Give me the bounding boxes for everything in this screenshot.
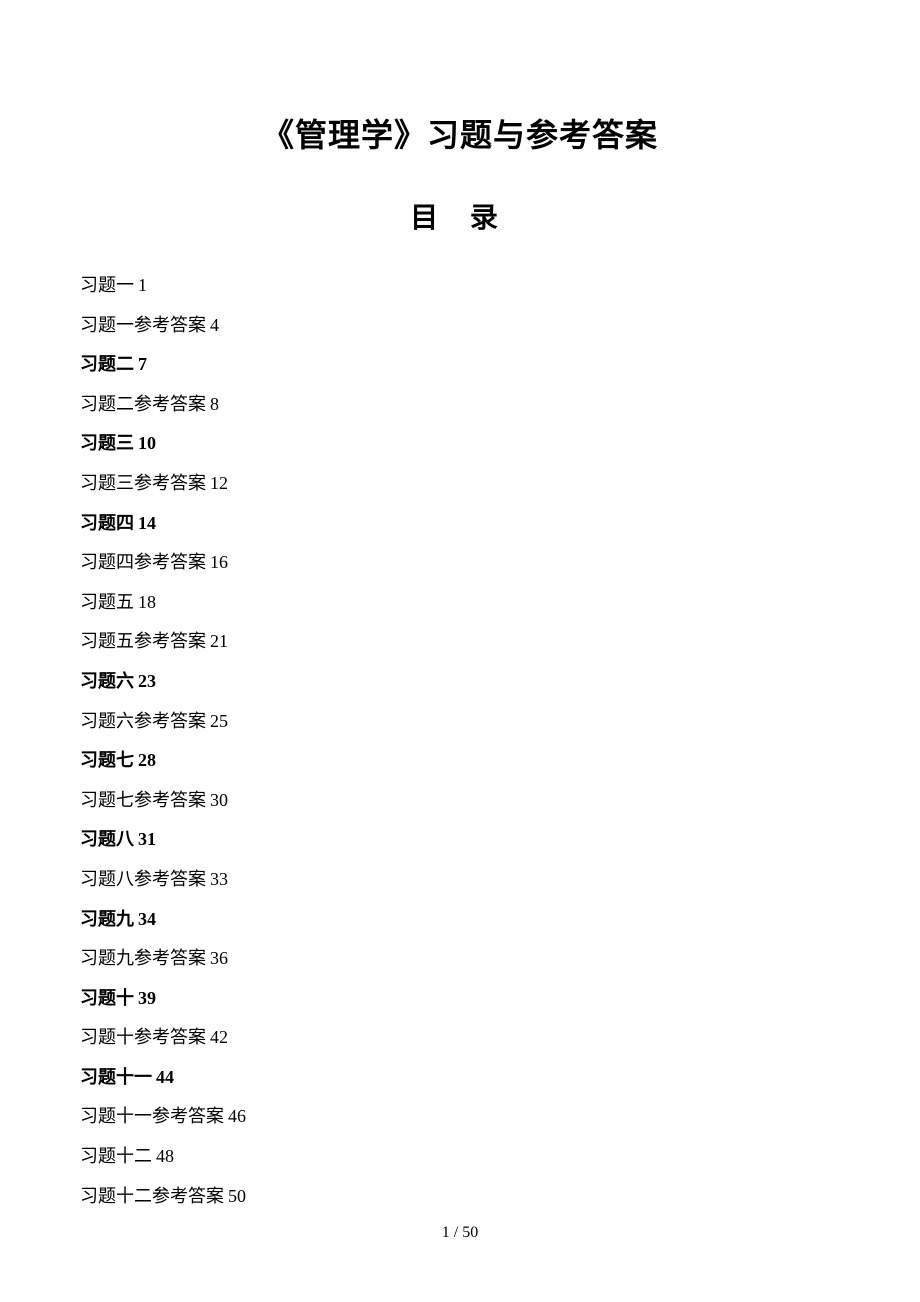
toc-entry-label: 习题十一 bbox=[80, 1067, 152, 1087]
toc-entry: 习题九参考答案36 bbox=[80, 939, 840, 979]
toc-entry: 习题四14 bbox=[80, 504, 840, 544]
toc-entry-label: 习题三 bbox=[80, 433, 134, 453]
toc-entry-label: 习题七参考答案 bbox=[80, 790, 206, 810]
toc-entry-page: 33 bbox=[210, 869, 228, 889]
toc-entry-label: 习题八 bbox=[80, 829, 134, 849]
toc-entry: 习题七28 bbox=[80, 741, 840, 781]
toc-heading: 目 录 bbox=[80, 196, 840, 236]
toc-entry-page: 31 bbox=[138, 829, 156, 849]
toc-entry-page: 48 bbox=[156, 1146, 174, 1166]
toc-entry-label: 习题十二参考答案 bbox=[80, 1186, 224, 1206]
toc-entry: 习题三参考答案12 bbox=[80, 464, 840, 504]
toc-entry-page: 14 bbox=[138, 513, 156, 533]
toc-entry: 习题六参考答案25 bbox=[80, 702, 840, 742]
toc-entry: 习题二7 bbox=[80, 345, 840, 385]
toc-entry: 习题二参考答案8 bbox=[80, 385, 840, 425]
toc-entry-page: 18 bbox=[138, 592, 156, 612]
toc-entry-label: 习题八参考答案 bbox=[80, 869, 206, 889]
toc-entry-page: 42 bbox=[210, 1027, 228, 1047]
toc-entry-page: 30 bbox=[210, 790, 228, 810]
toc-entry-label: 习题二 bbox=[80, 354, 134, 374]
toc-entry-label: 习题十参考答案 bbox=[80, 1027, 206, 1047]
toc-entry: 习题八参考答案33 bbox=[80, 860, 840, 900]
document-title: 《管理学》习题与参考答案 bbox=[80, 110, 840, 156]
toc-entry-page: 36 bbox=[210, 948, 228, 968]
toc-entry-page: 1 bbox=[138, 275, 147, 295]
toc-entry-page: 39 bbox=[138, 988, 156, 1008]
toc-entry-page: 46 bbox=[228, 1106, 246, 1126]
toc-entry: 习题一1 bbox=[80, 266, 840, 306]
toc-entry: 习题三10 bbox=[80, 424, 840, 464]
toc-entry-label: 习题五参考答案 bbox=[80, 631, 206, 651]
toc-entry-label: 习题十一参考答案 bbox=[80, 1106, 224, 1126]
toc-entry-label: 习题六参考答案 bbox=[80, 711, 206, 731]
toc-entry-page: 8 bbox=[210, 394, 219, 414]
toc-entry-label: 习题一参考答案 bbox=[80, 315, 206, 335]
toc-entry-label: 习题二参考答案 bbox=[80, 394, 206, 414]
toc-entry: 习题七参考答案30 bbox=[80, 781, 840, 821]
toc-entry-page: 7 bbox=[138, 354, 147, 374]
toc-entry: 习题五参考答案21 bbox=[80, 622, 840, 662]
document-page: 《管理学》习题与参考答案 目 录 习题一1习题一参考答案4习题二7习题二参考答案… bbox=[0, 0, 920, 1276]
toc-entry-page: 44 bbox=[156, 1067, 174, 1087]
toc-entry-label: 习题四参考答案 bbox=[80, 552, 206, 572]
toc-entry-label: 习题十二 bbox=[80, 1146, 152, 1166]
toc-entry: 习题十二48 bbox=[80, 1137, 840, 1177]
toc-entry-label: 习题四 bbox=[80, 513, 134, 533]
toc-entry-page: 12 bbox=[210, 473, 228, 493]
toc-entry: 习题一参考答案4 bbox=[80, 306, 840, 346]
toc-entry: 习题十参考答案42 bbox=[80, 1018, 840, 1058]
toc-entry: 习题十一44 bbox=[80, 1058, 840, 1098]
toc-entry-page: 21 bbox=[210, 631, 228, 651]
toc-entry: 习题九34 bbox=[80, 900, 840, 940]
toc-entry: 习题十二参考答案50 bbox=[80, 1177, 840, 1217]
toc-entry: 习题十一参考答案46 bbox=[80, 1097, 840, 1137]
toc-entry: 习题六23 bbox=[80, 662, 840, 702]
toc-entry-label: 习题九 bbox=[80, 909, 134, 929]
toc-entry-label: 习题五 bbox=[80, 592, 134, 612]
toc-entry-label: 习题三参考答案 bbox=[80, 473, 206, 493]
toc-entry: 习题十39 bbox=[80, 979, 840, 1019]
table-of-contents: 习题一1习题一参考答案4习题二7习题二参考答案8习题三10习题三参考答案12习题… bbox=[80, 266, 840, 1216]
toc-entry-page: 28 bbox=[138, 750, 156, 770]
toc-entry-label: 习题九参考答案 bbox=[80, 948, 206, 968]
toc-entry-label: 习题一 bbox=[80, 275, 134, 295]
page-footer: 1 / 50 bbox=[0, 1224, 920, 1242]
toc-entry-label: 习题十 bbox=[80, 988, 134, 1008]
toc-entry-page: 23 bbox=[138, 671, 156, 691]
toc-entry-label: 习题七 bbox=[80, 750, 134, 770]
toc-entry-page: 50 bbox=[228, 1186, 246, 1206]
toc-entry-page: 34 bbox=[138, 909, 156, 929]
toc-entry-page: 10 bbox=[138, 433, 156, 453]
toc-entry-page: 16 bbox=[210, 552, 228, 572]
toc-entry: 习题五18 bbox=[80, 583, 840, 623]
toc-entry: 习题四参考答案16 bbox=[80, 543, 840, 583]
toc-entry-page: 25 bbox=[210, 711, 228, 731]
toc-entry: 习题八31 bbox=[80, 820, 840, 860]
toc-entry-page: 4 bbox=[210, 315, 219, 335]
toc-entry-label: 习题六 bbox=[80, 671, 134, 691]
